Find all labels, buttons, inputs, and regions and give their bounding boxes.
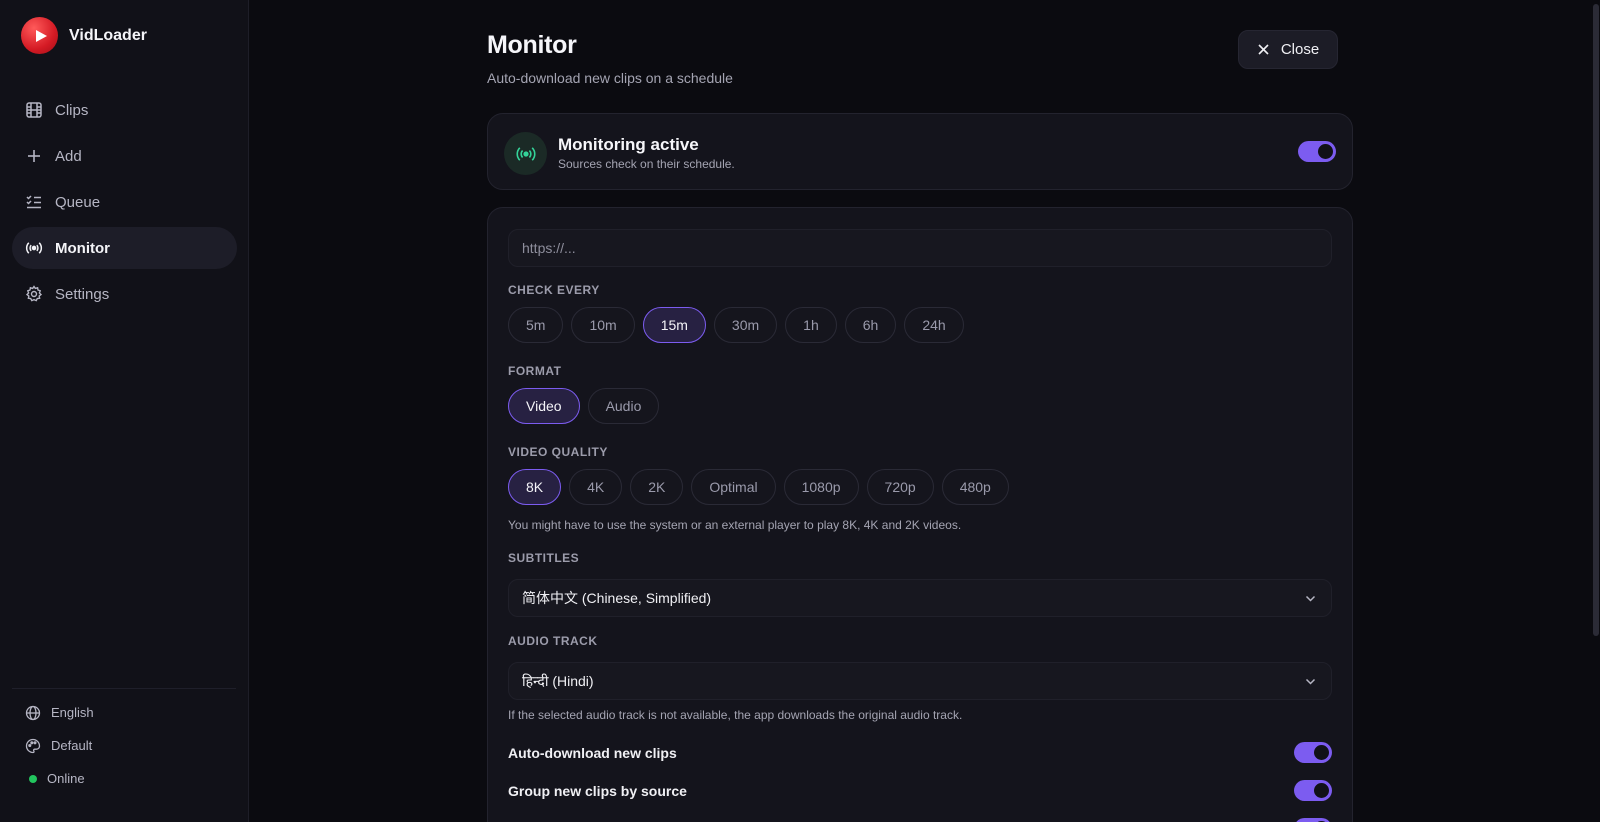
- auto-download-label: Auto-download new clips: [508, 745, 677, 761]
- interval-chip[interactable]: 10m: [571, 307, 635, 343]
- format-chip[interactable]: Audio: [587, 388, 660, 424]
- theme-label: Default: [51, 738, 93, 753]
- sidebar-item-queue[interactable]: Queue: [12, 181, 237, 223]
- format-options: Video Audio: [508, 388, 667, 424]
- sidebar-item-monitor[interactable]: Monitor: [12, 227, 237, 269]
- app-root: VidLoader Clips Add Queue Monitor Settin…: [0, 0, 1600, 822]
- group-by-source-row: Group new clips by source: [508, 778, 1332, 804]
- sidebar-item-settings[interactable]: Settings: [12, 273, 237, 315]
- url-input[interactable]: [508, 229, 1332, 267]
- subtitles-value: 简体中文 (Chinese, Simplified): [522, 590, 712, 606]
- video-quality-note: You might have to use the system or an e…: [508, 518, 962, 532]
- monitoring-status-subtitle: Sources check on their schedule.: [558, 157, 735, 171]
- page-subtitle: Auto-download new clips on a schedule: [487, 70, 733, 86]
- close-label: Close: [1280, 41, 1320, 58]
- language-selector[interactable]: English: [12, 696, 236, 729]
- monitoring-toggle[interactable]: [1298, 141, 1336, 162]
- sidebar-item-clips[interactable]: Clips: [12, 89, 237, 131]
- interval-chip[interactable]: 30m: [713, 307, 778, 343]
- auto-download-toggle[interactable]: [1294, 742, 1332, 763]
- monitoring-status-card: Monitoring active Sources check on their…: [487, 113, 1353, 190]
- app-name: VidLoader: [69, 26, 147, 44]
- quality-chip-selected[interactable]: 8K: [508, 469, 562, 505]
- check-every-options: 5m 10m 15m 30m 1h 6h 24h: [508, 307, 972, 343]
- subtitles-label: SUBTITLES: [508, 551, 580, 565]
- list-check-icon: [26, 195, 41, 209]
- auto-download-row: Auto-download new clips: [508, 740, 1332, 766]
- quality-chip[interactable]: 4K: [569, 469, 623, 505]
- group-by-source-toggle[interactable]: [1294, 780, 1332, 801]
- audio-track-value: हिन्दी (Hindi): [522, 672, 594, 689]
- video-quality-label: VIDEO QUALITY: [508, 445, 608, 459]
- audio-track-select[interactable]: हिन्दी (Hindi): [508, 662, 1332, 700]
- brand[interactable]: VidLoader: [21, 17, 147, 54]
- sidebar-item-add[interactable]: Add: [12, 135, 237, 177]
- theme-selector[interactable]: Default: [12, 729, 236, 762]
- status-label: Online: [47, 771, 85, 786]
- chevron-down-icon: [1305, 595, 1316, 602]
- chevron-down-icon: [1305, 678, 1316, 685]
- connection-status: Online: [12, 762, 236, 795]
- format-label: FORMAT: [508, 364, 562, 378]
- quality-chip[interactable]: Optimal: [691, 469, 776, 505]
- source-form-card: CHECK EVERY 5m 10m 15m 30m 1h 6h 24h FOR…: [487, 207, 1353, 822]
- broadcast-icon: [504, 132, 547, 175]
- page-title: Monitor: [487, 31, 577, 59]
- quality-chip[interactable]: 720p: [866, 469, 934, 505]
- main-content: Monitor Auto-download new clips on a sch…: [249, 0, 1600, 822]
- toggle-knob: [1314, 745, 1329, 760]
- sidebar-item-label: Add: [55, 147, 82, 165]
- sidebar: VidLoader Clips Add Queue Monitor Settin…: [0, 0, 249, 822]
- cut-off-toggle[interactable]: [1294, 818, 1332, 822]
- group-by-source-label: Group new clips by source: [508, 783, 687, 799]
- cut-off-switch-row: [508, 816, 1332, 822]
- sidebar-item-label: Monitor: [55, 239, 110, 257]
- video-quality-options: 8K 4K 2K Optimal 1080p 720p 480p: [508, 469, 1017, 505]
- scrollbar-thumb[interactable]: [1593, 4, 1599, 636]
- broadcast-icon: [25, 242, 43, 254]
- interval-chip[interactable]: 24h: [904, 307, 964, 343]
- language-label: English: [51, 705, 94, 720]
- monitoring-status-title: Monitoring active: [558, 135, 699, 154]
- format-chip-selected[interactable]: Video: [508, 388, 580, 424]
- online-dot-icon: [29, 774, 37, 783]
- film-icon: [26, 102, 42, 118]
- interval-chip[interactable]: 6h: [844, 307, 897, 343]
- interval-chip-selected[interactable]: 15m: [642, 307, 706, 343]
- sidebar-nav: Clips Add Queue Monitor Settings: [12, 89, 237, 319]
- quality-chip[interactable]: 480p: [941, 469, 1009, 505]
- sidebar-item-label: Clips: [55, 101, 89, 119]
- interval-chip[interactable]: 5m: [508, 307, 564, 343]
- palette-icon: [25, 738, 41, 753]
- gear-icon: [25, 285, 43, 302]
- main-scrollbar[interactable]: [1592, 0, 1600, 822]
- check-every-label: CHECK EVERY: [508, 283, 600, 297]
- sidebar-footer: English Default Online: [12, 688, 236, 795]
- close-icon: [1258, 44, 1269, 55]
- audio-track-label: AUDIO TRACK: [508, 634, 598, 648]
- globe-icon: [25, 705, 41, 720]
- close-button[interactable]: Close: [1238, 30, 1338, 69]
- subtitles-select[interactable]: 简体中文 (Chinese, Simplified): [508, 579, 1332, 617]
- sidebar-item-label: Settings: [55, 285, 110, 303]
- interval-chip[interactable]: 1h: [785, 307, 837, 343]
- quality-chip[interactable]: 1080p: [783, 469, 859, 505]
- toggle-knob: [1318, 144, 1333, 159]
- play-logo-icon: [21, 17, 58, 54]
- toggle-knob: [1314, 783, 1329, 798]
- plus-icon: [28, 150, 40, 162]
- audio-track-note: If the selected audio track is not avail…: [508, 708, 963, 722]
- quality-chip[interactable]: 2K: [630, 469, 684, 505]
- sidebar-item-label: Queue: [55, 193, 101, 211]
